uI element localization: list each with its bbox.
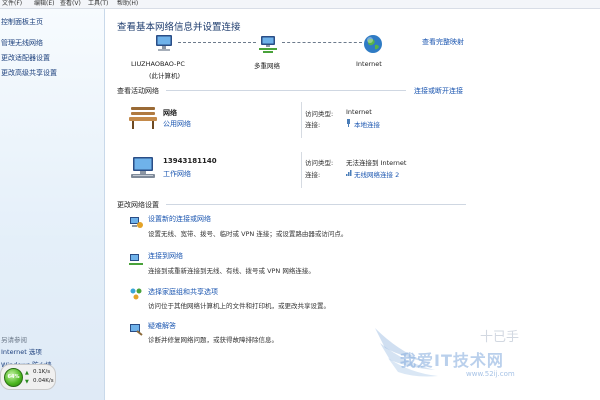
ethernet-icon [347, 119, 350, 127]
troubleshoot-icon [130, 324, 143, 336]
network-1-connection-label: 连接: [305, 121, 321, 129]
network-1-access-label: 访问类型: [305, 110, 334, 118]
page-title: 查看基本网络信息并设置连接 [117, 22, 241, 33]
change-settings-divider [166, 204, 466, 205]
map-connector-1 [178, 42, 256, 43]
gadget-upload-speed: 0.1K/s [33, 369, 51, 375]
network-2-type-link[interactable]: 工作网络 [163, 169, 191, 179]
network-2-name: 13943181140 [163, 157, 217, 165]
connect-network-icon [129, 254, 143, 265]
map-connector-2 [282, 42, 362, 43]
main-content: 查看基本网络信息并设置连接 查看完整映射 LIUZHAOBAO-PC (此计算机… [106, 9, 600, 400]
view-full-map-link[interactable]: 查看完整映射 [422, 37, 464, 47]
task-troubleshoot-desc: 诊断并修复网络问题，或获得故障排除信息。 [148, 336, 278, 344]
task-new-connection-link[interactable]: 设置新的连接或网络 [148, 214, 211, 224]
network-meter-gadget[interactable]: 64% ▲ 0.1K/s ▼ 0.04K/s [0, 364, 56, 390]
see-also-internet-options[interactable]: Internet 选项 [1, 346, 42, 356]
upload-arrow-icon: ▲ [25, 370, 29, 376]
park-bench-icon [129, 107, 157, 129]
gadget-percent: 64% [7, 374, 20, 380]
network-2-access-value: 无法连接到 Internet [346, 159, 407, 167]
task-troubleshoot-link[interactable]: 疑难解答 [148, 321, 176, 331]
task-new-connection-desc: 设置无线、宽带、拨号、临时或 VPN 连接；或设置路由器或访问点。 [148, 230, 348, 238]
network-2-connection-link[interactable]: 无线网络连接 2 [354, 169, 399, 179]
network-1-divider [301, 102, 302, 138]
new-connection-icon [130, 217, 143, 228]
network-1-name: 网络 [163, 109, 177, 117]
multiple-networks-icon [259, 36, 277, 53]
watermark-top-text: 十已手 [480, 330, 520, 345]
watermark-url: www.52ij.com [466, 370, 515, 378]
sidebar-item-sharing-settings[interactable]: 更改高级共享设置 [1, 68, 57, 78]
network-2-access-label: 访问类型: [305, 159, 334, 167]
computer-icon [156, 35, 172, 51]
network-1-connection-link[interactable]: 本地连接 [354, 119, 380, 129]
task-homegroup-desc: 访问位于其他网络计算机上的文件和打印机，或更改共享设置。 [148, 302, 330, 310]
globe-icon [364, 35, 382, 53]
active-networks-divider [166, 90, 406, 91]
sidebar-item-manage-wireless[interactable]: 管理无线网络 [1, 38, 43, 48]
menu-help[interactable]: 帮助(H) [117, 0, 138, 8]
task-connect-network-desc: 连接到或重新连接到无线、有线、拨号或 VPN 网络连接。 [148, 267, 315, 275]
computer-name: LIUZHAOBAO-PC [131, 60, 185, 68]
work-computer-icon [131, 157, 155, 178]
network-1-type-link[interactable]: 公用网络 [163, 119, 191, 129]
sidebar-item-adapter-settings[interactable]: 更改适配器设置 [1, 53, 50, 63]
wireless-signal-icon [346, 170, 352, 176]
internet-label: Internet [356, 60, 382, 68]
active-networks-heading: 查看活动网络 [117, 87, 159, 95]
computer-subtitle: (此计算机) [149, 72, 181, 80]
menu-file[interactable]: 文件(F) [2, 0, 22, 8]
homegroup-icon [130, 288, 142, 300]
network-2-divider [301, 152, 302, 188]
sidebar: 控制面板主页 管理无线网络 更改适配器设置 更改高级共享设置 另请参阅 Inte… [0, 9, 105, 400]
menu-bar: 文件(F) 编辑(E) 查看(V) 工具(T) 帮助(H) [0, 0, 600, 9]
task-connect-network-link[interactable]: 连接到网络 [148, 251, 183, 261]
menu-edit[interactable]: 编辑(E) [34, 0, 54, 8]
network-2-connection-label: 连接: [305, 171, 321, 179]
task-homegroup-link[interactable]: 选择家庭组和共享选项 [148, 287, 218, 297]
change-settings-heading: 更改网络设置 [117, 201, 159, 209]
gadget-download-speed: 0.04K/s [33, 378, 54, 384]
sidebar-item-control-panel-home[interactable]: 控制面板主页 [1, 17, 43, 27]
connect-disconnect-link[interactable]: 连接或断开连接 [414, 86, 463, 96]
menu-tools[interactable]: 工具(T) [88, 0, 108, 8]
download-arrow-icon: ▼ [25, 379, 29, 385]
watermark-text: 我爱IT技术网 [400, 351, 504, 370]
multiple-networks-label: 多重网络 [254, 62, 280, 70]
menu-view[interactable]: 查看(V) [60, 0, 81, 8]
network-1-access-value: Internet [346, 108, 372, 116]
see-also-heading: 另请参阅 [1, 336, 27, 344]
